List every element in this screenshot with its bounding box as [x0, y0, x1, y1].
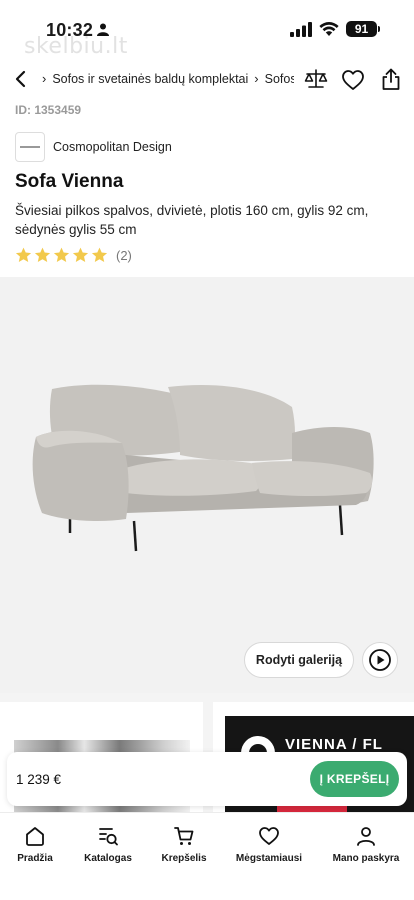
play-video-button[interactable]	[362, 642, 398, 678]
product-id: ID: 1353459	[15, 103, 82, 117]
star-rating	[15, 247, 110, 263]
tab-label: Mano paskyra	[332, 853, 400, 864]
rating-count[interactable]: (2)	[116, 248, 132, 263]
compare-scale-icon[interactable]	[304, 68, 328, 90]
catalog-search-icon	[99, 828, 118, 846]
wifi-icon	[319, 22, 339, 36]
add-to-cart-button[interactable]: Į KREPŠELĮ	[310, 761, 399, 797]
tab-label: Pradžia	[17, 853, 53, 864]
product-price: 1 239 €	[16, 772, 62, 787]
favorite-heart-icon[interactable]	[341, 69, 365, 91]
tab-favorites[interactable]: Mėgstamiausi	[229, 825, 309, 869]
play-icon	[369, 649, 391, 671]
bottom-tab-bar: Pradžia Katalogas Krepšelis Mėgstamiausi…	[0, 812, 414, 900]
share-icon[interactable]	[380, 67, 402, 91]
star-icon	[34, 247, 51, 262]
heart-icon	[259, 827, 279, 845]
tab-cart[interactable]: Krepšelis	[144, 825, 224, 869]
star-icon	[91, 247, 108, 262]
battery-indicator: 91	[346, 21, 377, 37]
breadcrumb-separator: ›	[254, 71, 259, 86]
breadcrumb-item-sofos[interactable]: Sofos	[265, 72, 294, 86]
tab-catalog[interactable]: Katalogas	[68, 825, 148, 869]
battery-cap	[378, 26, 380, 32]
back-chevron-icon[interactable]	[14, 70, 28, 88]
star-icon	[72, 247, 89, 262]
brand-logo	[15, 132, 45, 162]
tab-home[interactable]: Pradžia	[0, 825, 75, 869]
purchase-bar: 1 239 € Į KREPŠELĮ	[7, 752, 407, 806]
top-navigation: › Sofos ir svetainės baldų komplektai › Sof…	[0, 60, 414, 98]
user-icon	[357, 827, 375, 846]
sofa-product-image	[32, 384, 374, 552]
status-bar: 10:32 skelbiu.lt 91	[0, 0, 414, 59]
tab-label: Mėgstamiausi	[235, 853, 303, 864]
product-title: Sofa Vienna	[15, 171, 124, 192]
product-image-gallery[interactable]: Rodyti galeriją	[0, 277, 414, 693]
breadcrumb-separator: ›	[42, 71, 47, 86]
star-icon	[53, 247, 70, 262]
home-icon	[26, 827, 44, 846]
cart-icon	[174, 827, 194, 845]
watermark: skelbiu.lt	[24, 34, 128, 59]
tab-account[interactable]: Mano paskyra	[326, 825, 406, 869]
star-icon	[15, 247, 32, 262]
breadcrumb: › Sofos ir svetainės baldų komplektai › Sof…	[36, 69, 294, 89]
tab-label: Krepšelis	[161, 853, 207, 864]
show-gallery-button[interactable]: Rodyti galeriją	[244, 642, 354, 678]
brand-name[interactable]: Cosmopolitan Design	[53, 140, 172, 154]
cellular-signal-icon	[290, 22, 312, 37]
product-description: Šviesiai pilkos spalvos, dvivietė, ploti…	[15, 203, 369, 237]
breadcrumb-item-sofos-ir-svetaines[interactable]: Sofos ir svetainės baldų komplektai	[52, 72, 248, 86]
related-banner-text: VIENNA / FL	[285, 736, 383, 753]
tab-label: Katalogas	[84, 853, 132, 864]
rating-row[interactable]: (2)	[15, 246, 132, 264]
